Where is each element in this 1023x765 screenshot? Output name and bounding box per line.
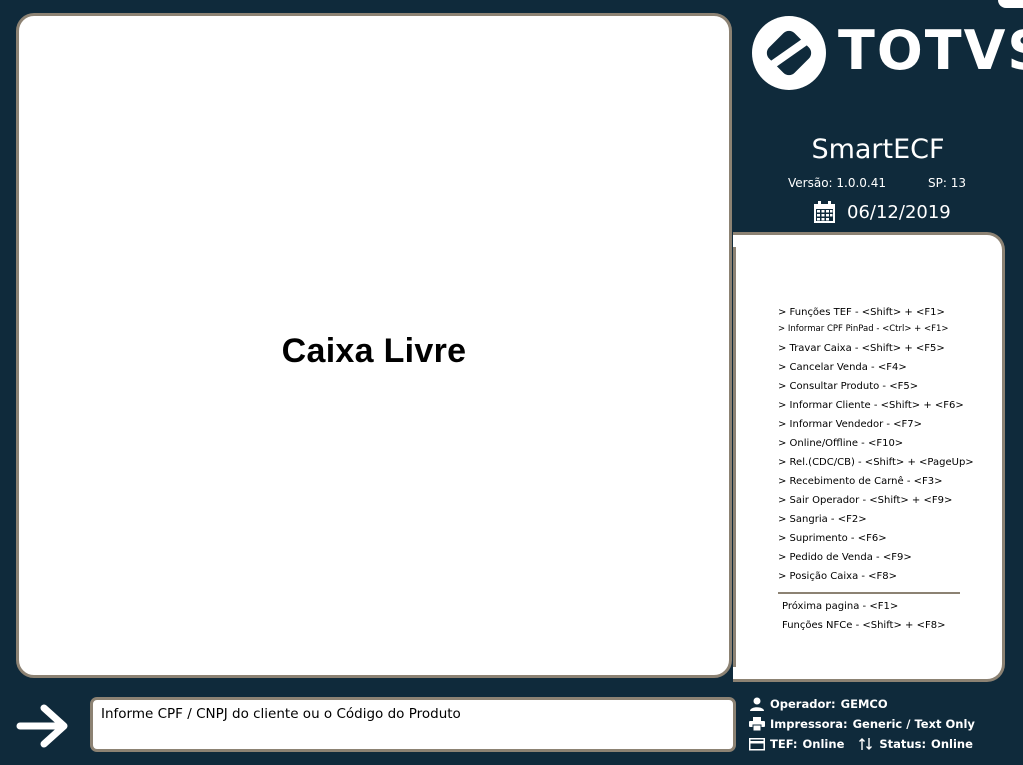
printer-label: Impressora: bbox=[770, 717, 848, 731]
brand-name: TOTVS bbox=[838, 19, 1023, 82]
operator-value: GEMCO bbox=[840, 697, 888, 711]
printer-status: Impressora: Generic / Text Only bbox=[749, 714, 975, 734]
shortcut-item[interactable]: > Informar Vendedor - <F7> bbox=[778, 415, 974, 434]
shortcut-list: > Funções TEF - <Shift> + <F1> > Informar… bbox=[778, 303, 974, 586]
totvs-logo-icon bbox=[752, 16, 826, 90]
shortcut-item[interactable]: > Travar Caixa - <Shift> + <F5> bbox=[778, 339, 974, 358]
printer-value: Generic / Text Only bbox=[852, 717, 975, 731]
status-label: Status: bbox=[879, 737, 927, 751]
calendar-icon bbox=[814, 201, 835, 223]
user-icon bbox=[750, 697, 764, 711]
tef-value: Online bbox=[802, 737, 845, 751]
app-name: SmartECF bbox=[811, 134, 945, 165]
brand-logo: TOTVS bbox=[750, 14, 1023, 94]
shortcut-item[interactable]: > Funções TEF - <Shift> + <F1> bbox=[778, 303, 974, 322]
shortcut-separator bbox=[778, 592, 960, 594]
shortcut-item[interactable]: > Sair Operador - <Shift> + <F9> bbox=[778, 491, 974, 510]
shortcut-item[interactable]: > Cancelar Venda - <F4> bbox=[778, 358, 974, 377]
version-label: Versão: 1.0.0.41 bbox=[788, 176, 887, 190]
product-search-box bbox=[90, 697, 736, 752]
operator-status: Operador: GEMCO bbox=[749, 694, 975, 714]
shortcut-footer-list: Próxima pagina - <F1> Funções NFCe - <Shi… bbox=[782, 597, 945, 635]
shortcut-item[interactable]: > Informar Cliente - <Shift> + <F6> bbox=[778, 396, 974, 415]
cpf-cnpj-product-input[interactable] bbox=[101, 706, 701, 722]
sync-arrows-icon bbox=[859, 738, 873, 750]
shortcut-item[interactable]: > Informar CPF PinPad - <Ctrl> + <F1> bbox=[778, 322, 974, 339]
main-panel: Caixa Livre bbox=[16, 13, 732, 678]
shortcut-item[interactable]: > Posição Caixa - <F8> bbox=[778, 567, 974, 586]
current-date: 06/12/2019 bbox=[847, 201, 951, 223]
shortcut-panel: > Funções TEF - <Shift> + <F1> > Informar… bbox=[733, 232, 1005, 682]
date-display: 06/12/2019 bbox=[814, 199, 951, 225]
tef-label: TEF: bbox=[770, 737, 798, 751]
shortcut-item[interactable]: > Recebimento de Carnê - <F3> bbox=[778, 472, 974, 491]
shortcut-footer-item[interactable]: Funções NFCe - <Shift> + <F8> bbox=[782, 616, 945, 635]
shortcut-item[interactable]: > Suprimento - <F6> bbox=[778, 529, 974, 548]
window-corner bbox=[998, 0, 1023, 8]
card-icon bbox=[749, 738, 765, 751]
shortcut-item[interactable]: > Sangria - <F2> bbox=[778, 510, 974, 529]
printer-icon bbox=[749, 717, 765, 731]
panel-divider bbox=[733, 247, 736, 667]
shortcut-item[interactable]: > Pedido de Venda - <F9> bbox=[778, 548, 974, 567]
shortcut-item[interactable]: > Consultar Produto - <F5> bbox=[778, 377, 974, 396]
cashier-status-text: Caixa Livre bbox=[281, 332, 467, 370]
sp-label: SP: 13 bbox=[928, 176, 966, 190]
arrow-right-icon bbox=[16, 704, 68, 748]
shortcut-item[interactable]: > Rel.(CDC/CB) - <Shift> + <PageUp> bbox=[778, 453, 974, 472]
operator-label: Operador: bbox=[770, 697, 836, 711]
shortcut-item[interactable]: > Online/Offline - <F10> bbox=[778, 434, 974, 453]
status-area: Operador: GEMCO Impressora: Generic / Te… bbox=[749, 694, 975, 754]
shortcut-footer-item[interactable]: Próxima pagina - <F1> bbox=[782, 597, 945, 616]
tef-network-status: TEF: Online Status: Online bbox=[749, 734, 975, 754]
version-info: Versão: 1.0.0.41 SP: 13 bbox=[788, 176, 966, 190]
status-value: Online bbox=[931, 737, 973, 751]
